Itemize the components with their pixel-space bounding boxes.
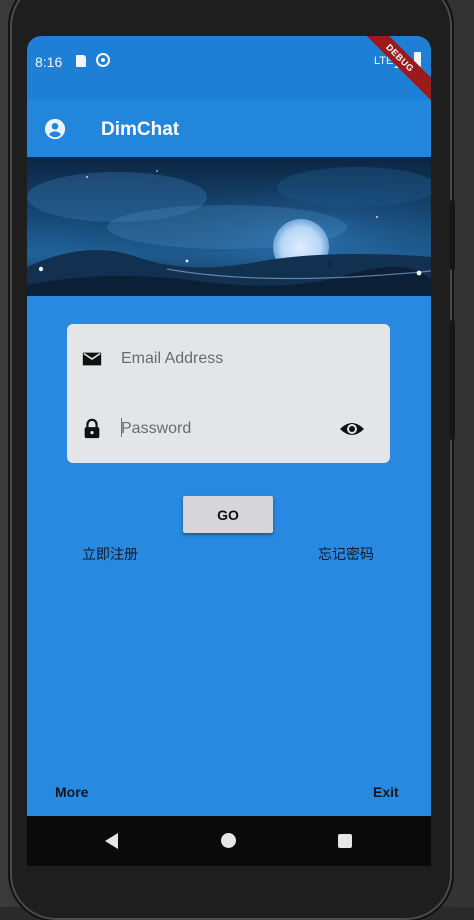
lock-icon	[84, 418, 100, 439]
back-icon[interactable]	[105, 833, 118, 849]
status-bar: 8:16 LTE DEBUG	[27, 36, 431, 103]
app-bar: DimChat	[27, 100, 431, 157]
app-title: DimChat	[101, 119, 180, 140]
eye-icon[interactable]	[339, 418, 365, 440]
more-button[interactable]: More	[55, 784, 88, 800]
go-button[interactable]: GO	[183, 496, 273, 533]
sync-icon	[96, 53, 110, 67]
system-nav-bar	[27, 816, 431, 866]
home-icon[interactable]	[221, 833, 236, 848]
password-field[interactable]	[121, 416, 321, 442]
email-field[interactable]	[121, 346, 321, 372]
forgot-password-link[interactable]: 忘记密码	[318, 544, 374, 564]
status-time: 8:16	[35, 54, 63, 70]
email-row	[67, 334, 390, 384]
mail-icon	[82, 352, 102, 366]
power-button	[450, 320, 455, 440]
exit-button[interactable]: Exit	[373, 784, 399, 800]
password-row	[67, 404, 390, 454]
login-card	[67, 324, 390, 463]
account-circle-icon[interactable]	[44, 118, 66, 140]
night-sky-moon-illustration	[27, 157, 431, 296]
sd-card-icon	[76, 55, 86, 67]
recent-apps-icon[interactable]	[338, 834, 352, 848]
register-link[interactable]: 立即注册	[82, 544, 138, 564]
phone-screen: 8:16 LTE DEBUG DimChat Email Address 立即注…	[27, 36, 431, 866]
header-banner-image	[27, 157, 431, 296]
main-content: 立即注册 GO 忘记密码 More Exit	[27, 296, 431, 816]
volume-button	[450, 200, 455, 270]
debug-banner: DEBUG	[355, 36, 431, 103]
